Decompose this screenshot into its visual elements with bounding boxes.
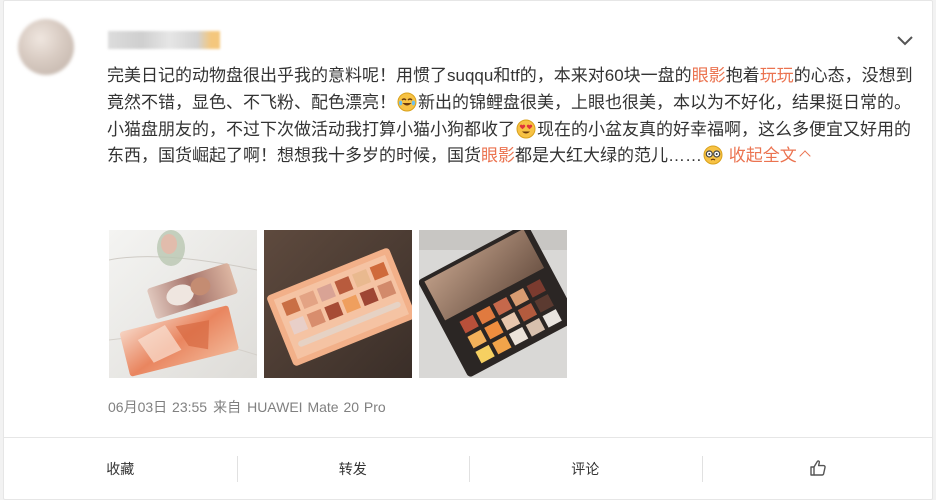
post-photo[interactable] [109,230,257,378]
heart-eyes-emoji-icon [516,119,536,139]
chevron-up-icon [799,150,811,163]
device-name: HUAWEI Mate 20 Pro [247,399,386,415]
crying-laughing-emoji-icon [397,92,417,112]
comment-label: 评论 [571,461,600,477]
text-segment: 抱着 [725,66,760,85]
avatar[interactable] [18,19,74,75]
keyword-link[interactable]: 眼影 [692,66,726,85]
text-segment: 都是大红大绿的范儿…… [515,146,702,166]
photo-grid [109,230,567,378]
post-meta: 06月03日 23:55 来自 HUAWEI Mate 20 Pro [108,397,392,417]
collapse-label: 收起全文 [728,146,797,166]
post-text: 完美日记的动物盘很出乎我的意料呢！用惯了suqqu和tf的，本来对60块一盘的眼… [107,63,922,170]
repost-label: 转发 [338,461,367,477]
thumbs-up-icon [809,459,827,480]
repost-button[interactable]: 转发 [236,438,470,500]
favorite-label: 收藏 [106,461,135,477]
action-bar: 收藏 转发 评论 [4,438,934,500]
nerd-glasses-emoji-icon [703,145,723,165]
like-button[interactable] [701,438,935,500]
timestamp[interactable]: 06月03日 23:55 [108,399,207,415]
collapse-text-link[interactable]: 收起全文 [728,146,811,166]
post-photo[interactable] [419,230,567,378]
username-redacted[interactable] [108,31,220,49]
keyword-link[interactable]: 眼影 [481,146,515,165]
keyword-link[interactable]: 玩玩 [760,66,794,85]
text-segment: 完美日记的动物盘很出乎我的意料呢！用惯了suqqu和tf的，本来对60块一盘的 [107,66,692,85]
post-photo[interactable] [264,230,412,378]
chevron-down-icon[interactable] [894,31,916,51]
favorite-button[interactable]: 收藏 [4,438,237,500]
source-prefix: 来自 [213,399,242,415]
weibo-post-card: 完美日记的动物盘很出乎我的意料呢！用惯了suqqu和tf的，本来对60块一盘的眼… [3,0,933,500]
comment-button[interactable]: 评论 [469,438,702,500]
